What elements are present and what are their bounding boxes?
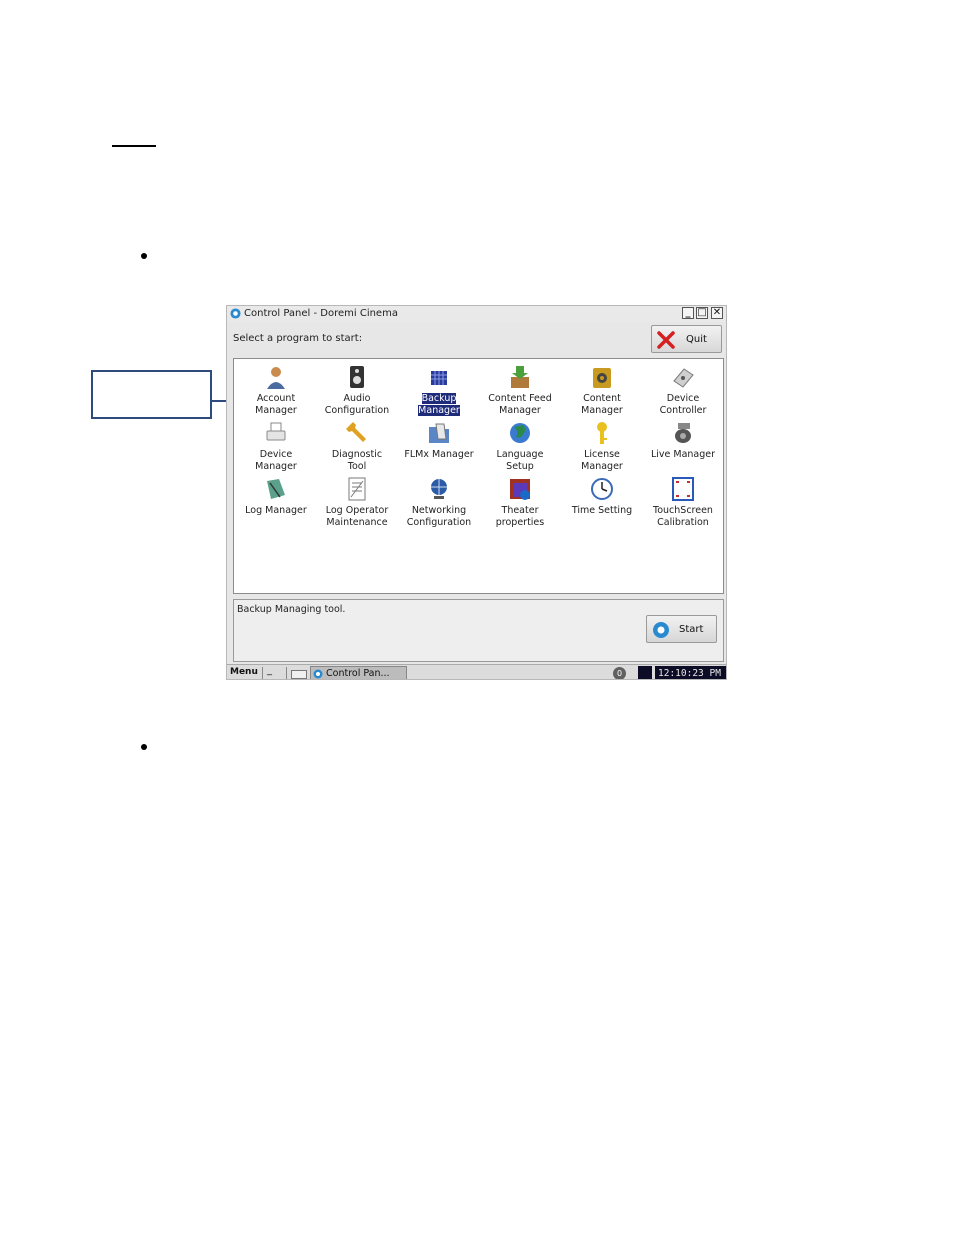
user-icon xyxy=(267,367,285,389)
program-item[interactable]: Language Setup xyxy=(480,419,560,473)
red-x-icon xyxy=(657,331,675,349)
window-titlebar: Control Panel - Doremi Cinema _ □ ✕ xyxy=(227,306,726,322)
program-item[interactable]: Account Manager xyxy=(236,363,316,417)
program-label: Language Setup xyxy=(496,449,544,472)
taskbar-clock: 12:10:23 PM xyxy=(655,666,726,679)
program-label: FLMx Manager xyxy=(404,449,474,460)
program-item[interactable]: TouchScreen Calibration xyxy=(643,475,723,529)
log-icon xyxy=(267,479,285,499)
program-label: Diagnostic Tool xyxy=(331,449,383,472)
camera-icon xyxy=(675,423,691,443)
program-icon-grid: Account Manager Audio Configuration Backup Ma… xyxy=(233,358,724,594)
task-label: Control Pan... xyxy=(326,668,390,679)
theater-icon xyxy=(510,479,530,500)
program-label: TouchScreen Calibration xyxy=(653,505,713,528)
minimize-button[interactable]: _ xyxy=(682,307,694,319)
callout-box xyxy=(91,370,212,419)
notification-count[interactable]: 0 xyxy=(613,667,626,679)
program-item[interactable]: FLMx Manager xyxy=(399,419,479,473)
program-label: Device Controller xyxy=(659,393,707,416)
tray-indicator xyxy=(638,666,652,679)
start-label: Start xyxy=(679,624,704,635)
program-label: Content Feed Manager xyxy=(488,393,552,416)
program-item[interactable]: Live Manager xyxy=(643,419,723,473)
document-icon xyxy=(348,477,366,501)
folder-icon xyxy=(429,423,449,443)
program-label: Backup Manager xyxy=(417,392,461,417)
quit-label: Quit xyxy=(686,334,707,345)
program-label: Theater properties xyxy=(495,505,545,528)
clock-icon xyxy=(591,478,613,500)
program-item[interactable]: Audio Configuration xyxy=(317,363,397,417)
doremi-logo-icon xyxy=(313,669,323,679)
taskbar-menu-button[interactable]: Menu xyxy=(230,667,258,677)
program-item[interactable]: Log Manager xyxy=(236,475,316,529)
backup-icon xyxy=(431,371,447,385)
bullet-point xyxy=(141,744,147,750)
window-title: Control Panel - Doremi Cinema xyxy=(244,308,398,319)
description-pane: Backup Managing tool. Start xyxy=(233,599,724,662)
program-item[interactable]: Theater properties xyxy=(480,475,560,529)
program-item[interactable]: License Manager xyxy=(562,419,642,473)
program-item[interactable]: Content Feed Manager xyxy=(480,363,560,417)
program-label: Audio Configuration xyxy=(324,393,390,416)
program-label: Log Manager xyxy=(245,505,307,516)
select-program-prompt: Select a program to start: xyxy=(233,333,363,344)
program-label: Content Manager xyxy=(581,393,623,416)
heading-underline xyxy=(112,145,156,147)
doremi-logo-icon xyxy=(230,308,241,319)
program-label: Account Manager xyxy=(255,393,297,416)
program-item[interactable]: Device Manager xyxy=(236,419,316,473)
program-item[interactable]: Device Controller xyxy=(643,363,723,417)
printer-icon xyxy=(266,422,286,441)
show-desktop-icon[interactable]: _ xyxy=(267,666,281,679)
program-item[interactable]: Diagnostic Tool xyxy=(317,419,397,473)
globe-icon xyxy=(510,423,530,443)
taskbar-task-control-panel[interactable]: Control Pan... xyxy=(310,666,407,679)
speaker-icon xyxy=(350,366,364,388)
start-button[interactable]: Start xyxy=(646,615,717,643)
control-panel-window: Control Panel - Doremi Cinema _ □ ✕ Sele… xyxy=(226,305,727,680)
program-item[interactable]: Content Manager xyxy=(562,363,642,417)
program-item[interactable]: Log Operator Maintenance xyxy=(317,475,397,529)
close-button[interactable]: ✕ xyxy=(711,307,723,319)
program-label: License Manager xyxy=(581,449,623,472)
key-icon xyxy=(597,422,607,444)
quit-button[interactable]: Quit xyxy=(651,325,722,353)
taskbar-separator xyxy=(262,667,263,679)
wrench-icon xyxy=(346,422,366,442)
program-item[interactable]: Backup Manager xyxy=(399,363,479,417)
download-box-icon xyxy=(511,366,529,388)
taskbar-separator xyxy=(286,667,287,679)
program-label: Device Manager xyxy=(255,449,297,472)
taskbar: Menu _ Control Pan... 0 12:10:23 PM xyxy=(227,664,726,679)
film-reel-icon xyxy=(593,368,611,388)
device-icon xyxy=(673,368,694,388)
program-label: Time Setting xyxy=(571,505,633,516)
program-item[interactable]: Networking Configuration xyxy=(399,475,479,529)
program-item[interactable]: Time Setting xyxy=(562,475,642,529)
doremi-logo-icon xyxy=(653,622,669,638)
keyboard-icon[interactable] xyxy=(291,670,307,679)
program-description: Backup Managing tool. xyxy=(237,604,346,615)
program-label: Log Operator Maintenance xyxy=(325,505,389,528)
target-icon xyxy=(672,477,694,501)
bullet-point xyxy=(141,253,147,259)
program-label: Networking Configuration xyxy=(406,505,472,528)
program-label: Live Manager xyxy=(650,449,716,460)
maximize-button[interactable]: □ xyxy=(696,307,708,319)
network-globe-icon xyxy=(431,479,447,499)
